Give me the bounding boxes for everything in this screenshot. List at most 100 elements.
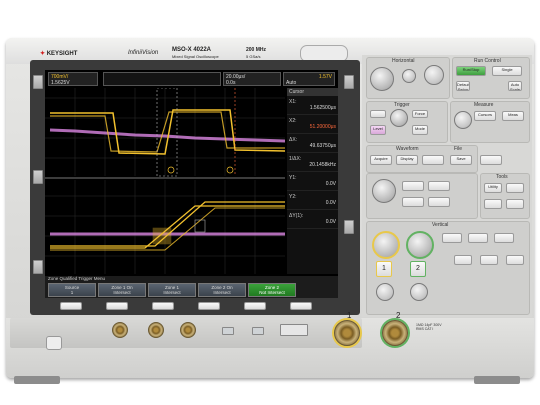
softkey-button-6[interactable] [290,302,312,310]
trigger-status-box[interactable]: 1.57V Auto [283,72,335,86]
tools-label: Tools [496,174,508,180]
single-button[interactable]: Single [492,66,522,76]
quick-action-button[interactable] [506,183,524,193]
product-line: InfiniiVision [128,50,159,56]
softkey-value: Intersect [113,290,131,295]
horizontal-position-knob[interactable] [402,69,416,83]
oscilloscope-display[interactable]: 700mV/ 1.5625V 20.00μs/ 0.0s 1.57V Auto [45,70,338,298]
zoom-knob[interactable] [424,65,444,85]
ch2-volts-knob[interactable] [406,231,434,259]
trigger-level-knob[interactable] [390,109,408,127]
side-button-5[interactable] [344,220,354,234]
foot-left [14,376,60,384]
wavegen-button[interactable] [506,199,524,209]
search-button[interactable] [402,197,424,207]
softkey-1[interactable]: Source 1 [48,283,96,297]
math-vertical-button[interactable] [442,233,462,243]
demo-1-bnc[interactable] [148,322,164,338]
ch1-button[interactable]: 1 [376,261,392,277]
probe-comp-port[interactable] [280,324,308,336]
ch1-volts-knob[interactable] [372,231,400,259]
display-button[interactable]: Display [396,155,418,165]
ch2-position-knob[interactable] [410,283,428,301]
help-button[interactable] [506,255,524,265]
serial-button[interactable] [480,255,498,265]
softkey-value: Intersect [213,290,231,295]
measurement-value: 20.1458kHz [309,162,336,168]
input-spec-label: 1MΩ 14pF 300V RMS CAT I [416,323,442,331]
meas-button[interactable]: Meas [502,111,524,121]
ch1-offset: 1.5625V [51,80,70,86]
softkey-button-3[interactable] [152,302,174,310]
softkey-button-4[interactable] [198,302,220,310]
ch2-button[interactable]: 2 [410,261,426,277]
measurement-value: 0.0V [325,181,336,187]
cursors-button[interactable]: Cursors [474,111,496,121]
power-button[interactable] [46,336,62,350]
entry-knob[interactable] [372,179,396,203]
default-setup-button[interactable]: Default Setup [456,81,470,91]
softkey-button-1[interactable] [60,302,82,310]
side-button-1[interactable] [33,75,43,89]
sample-rate-label: 5 GSa/s [246,54,261,59]
label-button[interactable] [454,255,472,265]
ch1-position-knob[interactable] [376,283,394,301]
ch2-input-label: 2 [396,311,401,320]
brand-name: KEYSIGHT [46,51,78,57]
side-button-3[interactable] [33,260,43,274]
side-button-4[interactable] [344,75,354,89]
zone-1-box[interactable] [152,227,172,245]
softkey-3[interactable]: Zone 1 Intersect [148,283,196,297]
trigger-button[interactable] [370,110,386,118]
softkey-button-2[interactable] [106,302,128,310]
measure-label: Measure [474,102,494,108]
softkey-5[interactable]: Zone 2 Not Intersect [248,283,296,297]
ch1-bnc-input[interactable] [334,320,360,346]
math-button[interactable] [422,155,444,165]
foot-right [474,376,520,384]
run-stop-button[interactable]: Run/Stop [456,66,486,76]
ref-button[interactable] [468,233,488,243]
ch1-status-box[interactable]: 700mV/ 1.5625V [48,72,98,86]
auto-scale-button[interactable]: Auto Scale [508,81,522,91]
horizontal-scale-knob[interactable] [370,67,394,91]
acquire-button[interactable]: Acquire [370,155,392,165]
usb-port-1[interactable] [222,327,234,335]
trigger-mode-button[interactable]: Mode [412,125,428,135]
softkey-menu: Zone Qualified Trigger Menu Source 1 Zone … [45,276,338,298]
trigger-mode: Auto [286,80,297,86]
file-label: File [454,146,463,152]
usb-port-2[interactable] [252,327,264,335]
measurement-row: X2: 51.20000μs [287,115,338,134]
measurement-row: Y1: 0.0V [287,172,338,191]
ch1-input-label: 1 [347,311,352,320]
measurement-value: 1.562500μs [309,105,336,111]
back-button[interactable] [402,181,424,191]
side-button-2[interactable] [33,170,43,184]
measurement-row: ΔX: 49.63750μs [287,134,338,153]
zoom-button[interactable] [428,181,450,191]
print-button[interactable] [480,155,502,165]
softkey-value: Not Intersect [259,290,285,295]
softkey-button-5[interactable] [244,302,266,310]
level-button[interactable]: Level [370,125,386,135]
horizontal-label: Horizontal [392,58,415,64]
cursor-knob[interactable] [454,111,472,129]
digital-button[interactable] [494,233,514,243]
trigger-label: Trigger [394,102,410,108]
measurement-list: X1: 1.562500μs X2: 51.20000μs ΔX: 49.63750μs 1… [287,96,338,229]
waveform-label: Waveform [396,146,419,152]
save-button[interactable]: Save [450,155,472,165]
force-button[interactable]: Force [412,110,428,118]
navigate-button[interactable] [428,197,450,207]
waveform-area[interactable] [45,88,285,274]
softkey-4[interactable]: Zone 2 On Intersect [198,283,246,297]
ch2-bnc-input[interactable] [382,320,408,346]
timebase-status-box[interactable]: 20.00μs/ 0.0s [223,72,281,86]
analyze-button[interactable] [484,199,502,209]
demo-2-bnc[interactable] [180,322,196,338]
measurement-row: ΔY(1): 0.0V [287,210,338,229]
utility-button[interactable]: Utility [484,183,502,193]
softkey-2[interactable]: Zone 1 On Intersect [98,283,146,297]
aux-input-bnc[interactable] [112,322,128,338]
